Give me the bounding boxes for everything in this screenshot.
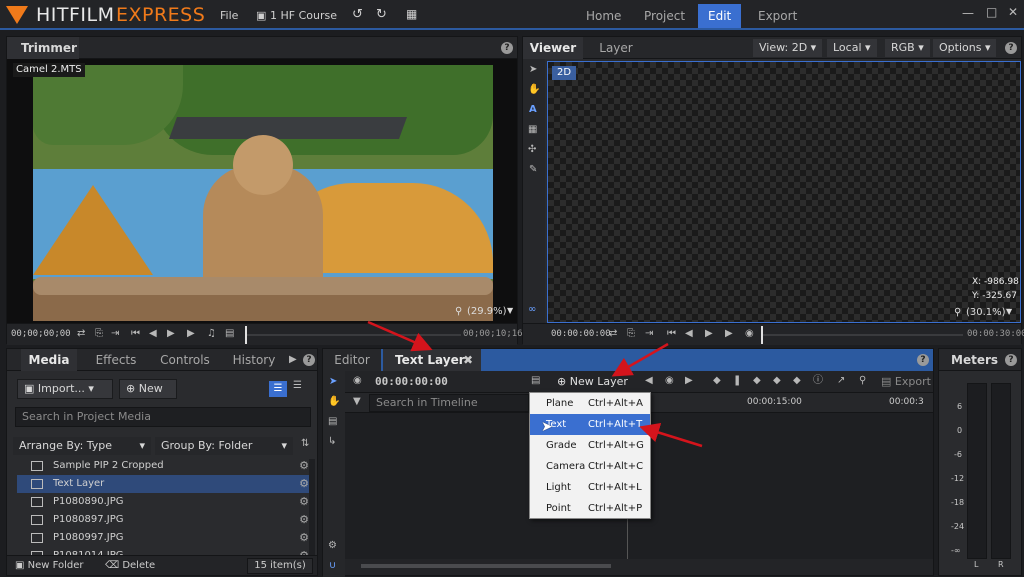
annotation-arrow [367, 320, 433, 352]
annotation-arrow [611, 342, 669, 377]
annotation-arrows [367, 320, 703, 448]
annotation-arrow [639, 422, 703, 448]
